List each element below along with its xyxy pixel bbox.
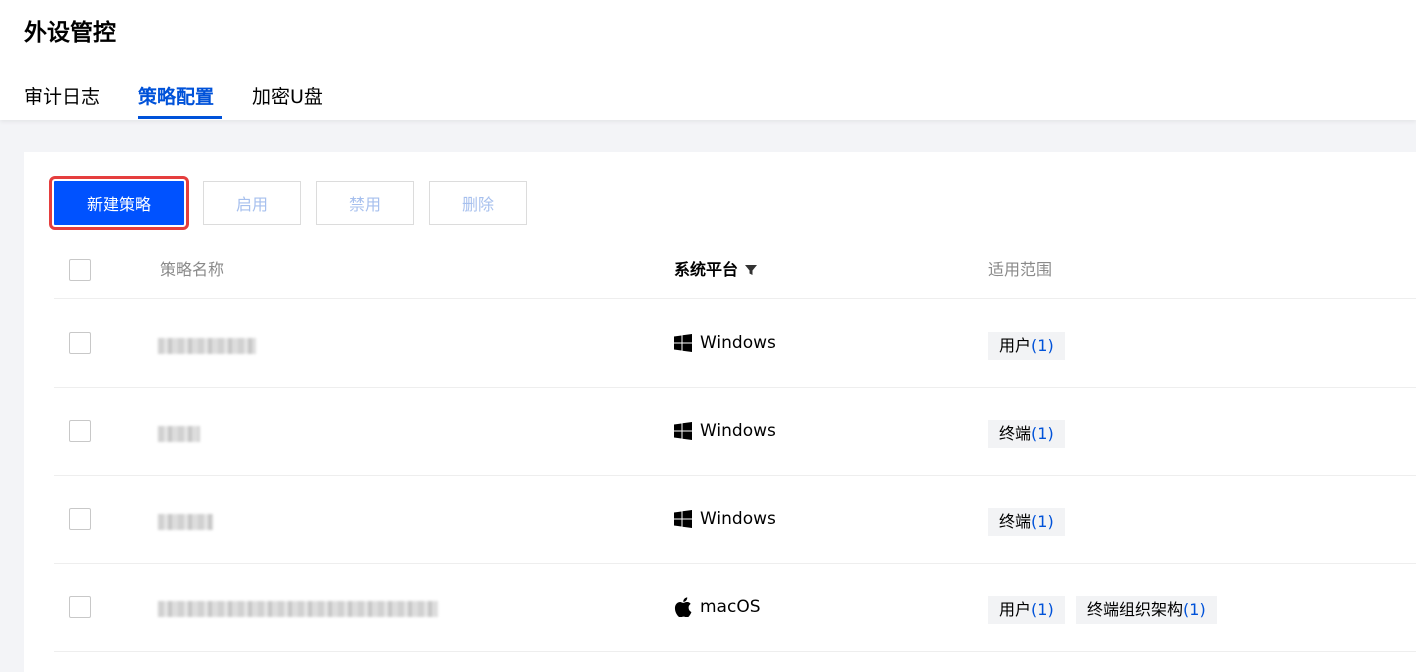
header-divider [54, 298, 1416, 299]
row-checkbox[interactable] [69, 332, 91, 354]
scope-tag-count: (1) [1031, 600, 1054, 619]
delete-button[interactable]: 删除 [429, 181, 527, 225]
disable-button[interactable]: 禁用 [316, 181, 414, 225]
platform-label: macOS [700, 597, 761, 617]
platform-label: Windows [700, 333, 776, 353]
scope-tag-count: (1) [1031, 512, 1054, 531]
apple-icon [674, 597, 692, 617]
row-checkbox[interactable] [69, 508, 91, 530]
enable-button[interactable]: 启用 [203, 181, 301, 225]
tab-encrypted-usb[interactable]: 加密U盘 [252, 84, 323, 110]
windows-icon [674, 422, 692, 440]
windows-icon [674, 334, 692, 352]
policy-name-redacted[interactable] [158, 514, 213, 530]
new-policy-button[interactable]: 新建策略 [49, 176, 189, 230]
row-divider [54, 387, 1416, 388]
row-divider [54, 475, 1416, 476]
row-divider [54, 563, 1416, 564]
row-checkbox[interactable] [69, 596, 91, 618]
policy-name-redacted[interactable] [158, 338, 256, 354]
scope-tag[interactable]: 终端(1) [988, 508, 1065, 536]
platform-cell: Windows [674, 332, 776, 354]
page-header: 外设管控 审计日志 策略配置 加密U盘 [0, 0, 1416, 120]
scope-tags: 终端(1) [988, 508, 1408, 536]
tab-policy-config[interactable]: 策略配置 [138, 84, 214, 110]
scope-tag-label: 用户 [999, 600, 1032, 619]
policy-name-redacted[interactable] [158, 426, 200, 442]
platform-cell: Windows [674, 508, 776, 530]
page-title: 外设管控 [24, 20, 116, 46]
select-all-checkbox[interactable] [69, 259, 91, 281]
scope-tag[interactable]: 用户(1) [988, 596, 1065, 624]
scope-tag[interactable]: 用户(1) [988, 332, 1065, 360]
scope-tags: 用户(1) [988, 332, 1408, 360]
platform-cell: macOS [674, 596, 761, 618]
scope-tag-label: 终端组织架构 [1087, 600, 1184, 619]
scope-tag-count: (1) [1183, 600, 1206, 619]
scope-tag-label: 终端 [999, 424, 1032, 443]
policy-name-redacted[interactable] [158, 601, 438, 617]
column-header-scope: 适用范围 [988, 260, 1053, 279]
active-tab-indicator [138, 116, 222, 119]
scope-tag-count: (1) [1031, 424, 1054, 443]
scope-tags: 终端(1) [988, 420, 1408, 448]
column-header-platform-label: 系统平台 [674, 260, 739, 279]
scope-tag-count: (1) [1031, 336, 1054, 355]
windows-icon [674, 510, 692, 528]
column-header-platform: 系统平台 [674, 259, 758, 281]
platform-cell: Windows [674, 420, 776, 442]
filter-icon[interactable] [744, 263, 758, 277]
column-header-name: 策略名称 [160, 260, 225, 279]
row-divider [54, 651, 1416, 652]
scope-tag-label: 终端 [999, 512, 1032, 531]
scope-tag[interactable]: 终端组织架构(1) [1076, 596, 1217, 624]
scope-tag-label: 用户 [999, 336, 1032, 355]
scope-tag[interactable]: 终端(1) [988, 420, 1065, 448]
row-checkbox[interactable] [69, 420, 91, 442]
scope-tags: 用户(1) 终端组织架构(1) [988, 596, 1408, 624]
tab-audit-log[interactable]: 审计日志 [24, 84, 100, 110]
platform-label: Windows [700, 421, 776, 441]
policy-card [24, 152, 1416, 672]
platform-label: Windows [700, 509, 776, 529]
